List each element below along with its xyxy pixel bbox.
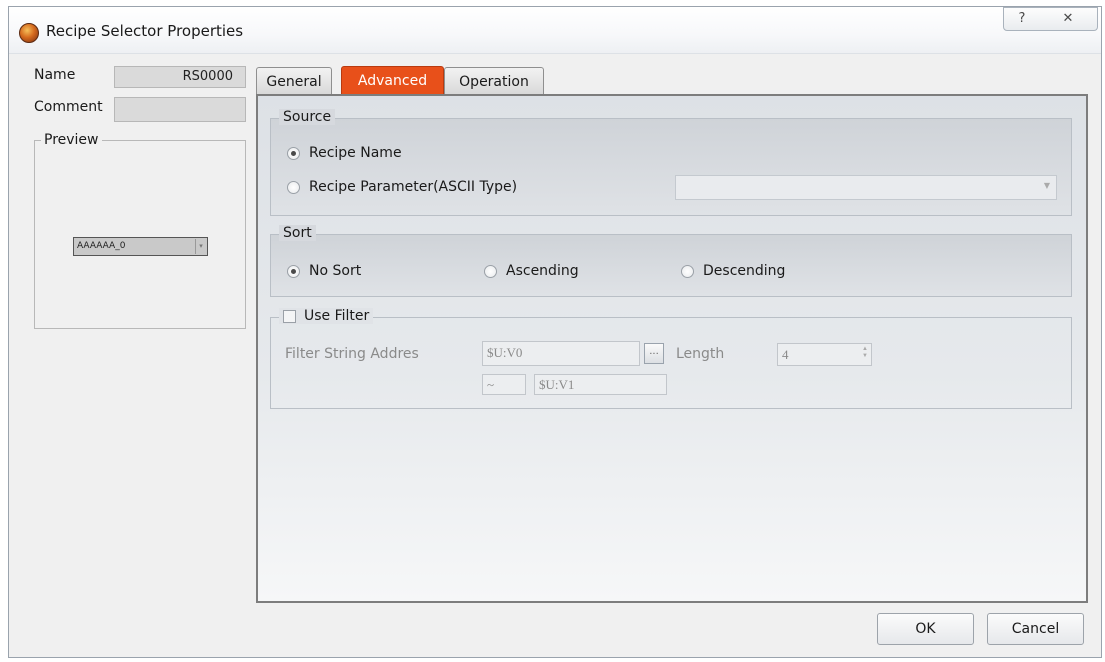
- checkbox-indicator: [283, 309, 296, 323]
- radio-descending[interactable]: Descending: [681, 263, 785, 279]
- source-legend: Source: [279, 109, 336, 125]
- app-icon: [19, 23, 39, 43]
- range-separator-field: ~: [482, 374, 526, 395]
- length-value: 4: [782, 347, 789, 362]
- radio-no-sort-label: No Sort: [309, 263, 362, 279]
- cancel-button[interactable]: Cancel: [987, 613, 1084, 645]
- filter-address-input[interactable]: $U:V0: [482, 341, 640, 366]
- name-label: Name: [34, 67, 76, 83]
- ok-button[interactable]: OK: [877, 613, 974, 645]
- tab-operation[interactable]: Operation: [444, 67, 544, 95]
- use-filter-label: Use Filter: [304, 308, 370, 324]
- dialog-title: Recipe Selector Properties: [46, 22, 244, 40]
- radio-recipe-parameter[interactable]: Recipe Parameter(ASCII Type): [287, 179, 517, 195]
- radio-indicator: [287, 180, 300, 194]
- name-field[interactable]: RS0000: [114, 66, 246, 88]
- help-button[interactable]: ?: [1003, 7, 1041, 31]
- properties-dialog: Recipe Selector Properties ? ✕ Name RS00…: [8, 6, 1102, 658]
- tab-advanced[interactable]: Advanced: [341, 66, 444, 96]
- radio-indicator: [484, 264, 497, 278]
- source-group: Source: [270, 109, 1072, 216]
- length-label: Length: [676, 346, 725, 362]
- sort-legend: Sort: [279, 225, 316, 241]
- filter-end-address-field: $U:V1: [534, 374, 667, 395]
- chevron-down-icon: ▼: [1043, 181, 1050, 190]
- preview-combo: AAAAAA_0 ▾: [73, 237, 208, 256]
- use-filter-checkbox[interactable]: Use Filter: [279, 308, 374, 324]
- radio-indicator: [287, 264, 300, 278]
- radio-indicator: [287, 146, 300, 160]
- preview-label: Preview: [41, 132, 102, 148]
- browse-address-button[interactable]: ...: [644, 343, 664, 364]
- radio-indicator: [681, 264, 694, 278]
- preview-combo-value: AAAAAA_0: [77, 241, 126, 251]
- sort-group: Sort: [270, 225, 1072, 297]
- radio-recipe-name-label: Recipe Name: [309, 145, 402, 161]
- comment-field[interactable]: [114, 97, 246, 122]
- close-icon: ✕: [1062, 11, 1074, 26]
- filter-address-label: Filter String Addres: [285, 346, 419, 362]
- recipe-parameter-select[interactable]: ▼: [675, 175, 1057, 200]
- radio-recipe-name[interactable]: Recipe Name: [287, 145, 402, 161]
- help-icon: ?: [1018, 11, 1026, 26]
- comment-label: Comment: [34, 99, 103, 115]
- radio-ascending-label: Ascending: [506, 263, 579, 279]
- length-spinbox[interactable]: 4 ▲ ▼: [777, 343, 872, 366]
- filter-group: [270, 317, 1072, 409]
- tab-general[interactable]: General: [256, 67, 332, 95]
- radio-no-sort[interactable]: No Sort: [287, 263, 361, 279]
- preview-group: Preview AAAAAA_0 ▾: [34, 132, 246, 329]
- close-button[interactable]: ✕: [1039, 7, 1098, 31]
- radio-descending-label: Descending: [703, 263, 786, 279]
- title-bar[interactable]: Recipe Selector Properties ? ✕: [9, 7, 1101, 54]
- radio-ascending[interactable]: Ascending: [484, 263, 579, 279]
- spinner-arrows-icon: ▲ ▼: [862, 346, 868, 359]
- preview-dropdown-icon: ▾: [195, 239, 206, 254]
- radio-recipe-parameter-label: Recipe Parameter(ASCII Type): [309, 179, 518, 195]
